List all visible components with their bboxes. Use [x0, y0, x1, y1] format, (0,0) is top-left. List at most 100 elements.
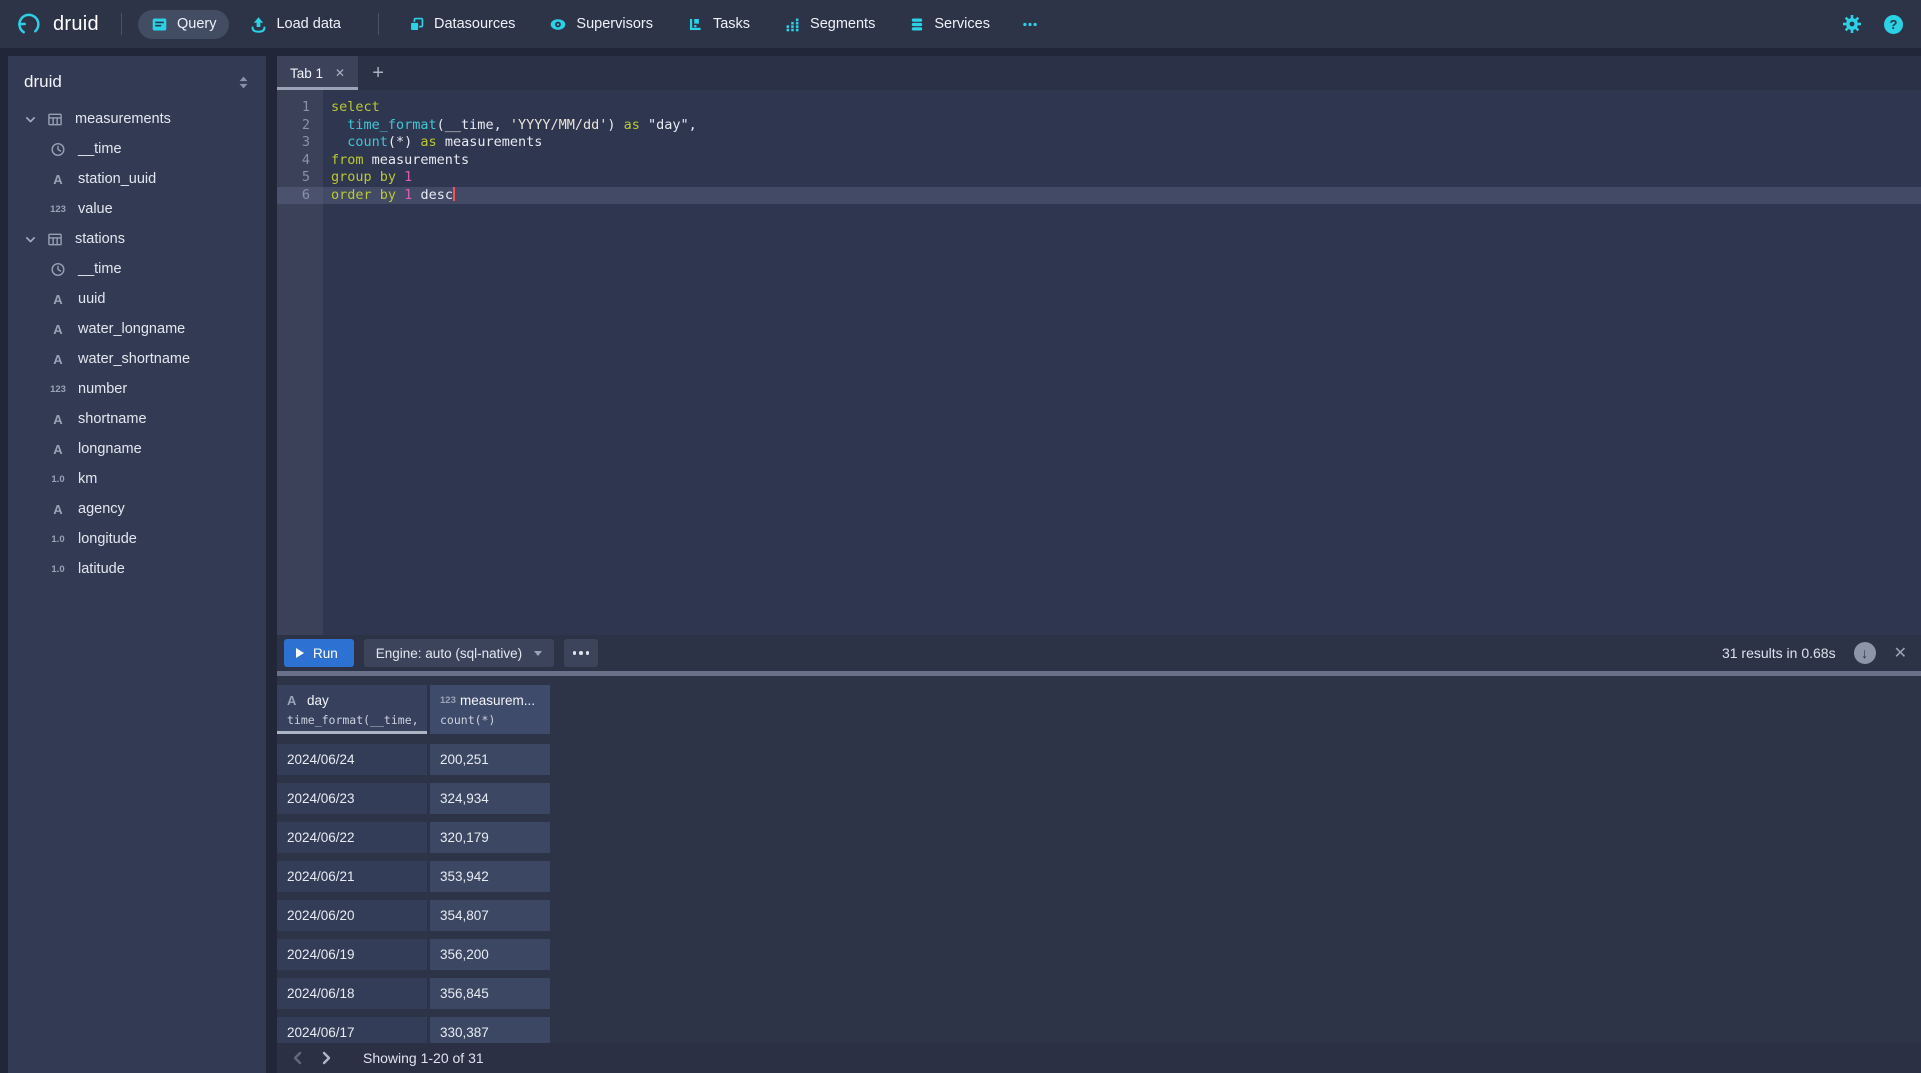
double-caret-icon[interactable] [237, 75, 250, 90]
tree-item-measurements[interactable]: measurements [8, 104, 266, 134]
close-results-icon[interactable]: ✕ [1894, 643, 1907, 663]
nav-more-button[interactable] [1011, 10, 1049, 39]
gear-icon[interactable] [1842, 14, 1862, 34]
code-line-6[interactable]: 6order by 1 desc [277, 187, 1921, 205]
close-tab-icon[interactable]: ✕ [335, 66, 345, 80]
nav-right: ? [1842, 14, 1903, 34]
code-line-4[interactable]: 4from measurements [277, 152, 1921, 170]
code-line-1[interactable]: 1select [277, 99, 1921, 117]
cell-day[interactable]: 2024/06/24 [277, 744, 427, 775]
next-page-button[interactable] [313, 1045, 341, 1071]
prev-page-button[interactable] [283, 1045, 311, 1071]
cell-day[interactable]: 2024/06/22 [277, 822, 427, 853]
table-row: 2024/06/22 320,179 [277, 822, 1921, 853]
tree-item-water_longname[interactable]: Awater_longname [8, 314, 266, 344]
nav-item-supervisors[interactable]: Supervisors [536, 10, 666, 39]
cell-measurements[interactable]: 356,200 [430, 939, 550, 970]
nav-item-label: Tasks [713, 16, 750, 32]
cell-measurements[interactable]: 354,807 [430, 900, 550, 931]
table-icon [47, 112, 63, 127]
table-row: 2024/06/23 324,934 [277, 783, 1921, 814]
tree-item-__time[interactable]: __time [8, 254, 266, 284]
code-line-3[interactable]: 3 count(*) as measurements [277, 134, 1921, 152]
nav-item-label: Load data [276, 16, 341, 32]
ellipsis-icon [1021, 16, 1039, 33]
nav-item-tasks[interactable]: Tasks [674, 10, 763, 39]
engine-select-button[interactable]: Engine: auto (sql-native) [364, 639, 554, 667]
clock-icon [50, 262, 66, 277]
tree-item-uuid[interactable]: Auuid [8, 284, 266, 314]
datasources-icon [408, 16, 425, 33]
chevron-left-icon [292, 1051, 302, 1065]
tab-label: Tab 1 [290, 66, 323, 81]
tree-item-km[interactable]: 1.0km [8, 464, 266, 494]
tree-item-number[interactable]: 123number [8, 374, 266, 404]
brand-name: druid [53, 13, 99, 36]
dot [573, 651, 577, 655]
nav-item-services[interactable]: Services [896, 10, 1003, 39]
chevron-down-icon [24, 233, 37, 246]
eye-icon [549, 16, 567, 33]
druid-logo-icon [16, 11, 43, 38]
brand[interactable]: druid [16, 11, 99, 38]
nav-item-query[interactable]: Query [138, 10, 230, 39]
segments-icon [784, 16, 801, 33]
runbar-right: 31 results in 0.68s ↓ ✕ [1722, 642, 1907, 664]
cell-measurements[interactable]: 200,251 [430, 744, 550, 775]
help-icon[interactable]: ? [1884, 15, 1903, 34]
code-line-2[interactable]: 2 time_format(__time, 'YYYY/MM/dd') as "… [277, 117, 1921, 135]
results-panel: Aday time_format(__time, … 123measurem..… [277, 676, 1921, 1043]
nav-item-segments[interactable]: Segments [771, 10, 888, 39]
column-header-0[interactable]: Aday time_format(__time, … [277, 685, 427, 734]
new-tab-button[interactable]: + [358, 56, 398, 90]
cell-measurements[interactable]: 330,387 [430, 1017, 550, 1043]
cell-day[interactable]: 2024/06/21 [277, 861, 427, 892]
download-icon[interactable]: ↓ [1854, 642, 1876, 664]
schema-tree: measurements__timeAstation_uuid123values… [8, 104, 266, 584]
tree-item-stations[interactable]: stations [8, 224, 266, 254]
sql-editor[interactable]: 1select2 time_format(__time, 'YYYY/MM/dd… [277, 90, 1921, 635]
float-type-icon: 1.0 [48, 564, 68, 575]
tree-item-value[interactable]: 123value [8, 194, 266, 224]
druid-console: druid Query Load data Datasources [0, 0, 1921, 1073]
results-header: Aday time_format(__time, … 123measurem..… [277, 685, 1921, 734]
run-button[interactable]: Run [284, 639, 354, 667]
tree-item-station_uuid[interactable]: Astation_uuid [8, 164, 266, 194]
cell-day[interactable]: 2024/06/20 [277, 900, 427, 931]
pagination-status: Showing 1-20 of 31 [363, 1050, 484, 1066]
tab-tab1[interactable]: Tab 1 ✕ [277, 56, 358, 90]
cell-day[interactable]: 2024/06/18 [277, 978, 427, 1009]
tree-item-longitude[interactable]: 1.0longitude [8, 524, 266, 554]
cell-measurements[interactable]: 320,179 [430, 822, 550, 853]
string-type-icon: A [48, 412, 68, 427]
nav-item-datasources[interactable]: Datasources [395, 10, 528, 39]
tree-item-longname[interactable]: Alongname [8, 434, 266, 464]
cell-measurements[interactable]: 353,942 [430, 861, 550, 892]
table-row: 2024/06/19 356,200 [277, 939, 1921, 970]
float-type-icon: 1.0 [48, 534, 68, 545]
nav-item-load-data[interactable]: Load data [237, 10, 354, 39]
chevron-down-icon [24, 113, 37, 126]
query-icon [151, 16, 168, 33]
tree-item-__time[interactable]: __time [8, 134, 266, 164]
column-header-1[interactable]: 123measurem... count(*) [430, 685, 550, 734]
tree-item-agency[interactable]: Aagency [8, 494, 266, 524]
nav-divider [378, 13, 379, 35]
table-row: 2024/06/17 330,387 [277, 1017, 1921, 1043]
cell-measurements[interactable]: 356,845 [430, 978, 550, 1009]
number-type-icon: 123 [48, 384, 68, 395]
tree-item-water_shortname[interactable]: Awater_shortname [8, 344, 266, 374]
cell-day[interactable]: 2024/06/19 [277, 939, 427, 970]
table-row: 2024/06/18 356,845 [277, 978, 1921, 1009]
code-line-5[interactable]: 5group by 1 [277, 169, 1921, 187]
tree-item-shortname[interactable]: Ashortname [8, 404, 266, 434]
clock-icon [50, 142, 66, 157]
cell-day[interactable]: 2024/06/23 [277, 783, 427, 814]
string-type-icon: A [48, 322, 68, 337]
nav-item-label: Datasources [434, 16, 515, 32]
query-more-button[interactable] [564, 639, 598, 667]
chevron-right-icon [322, 1051, 332, 1065]
tree-item-latitude[interactable]: 1.0latitude [8, 554, 266, 584]
cell-measurements[interactable]: 324,934 [430, 783, 550, 814]
cell-day[interactable]: 2024/06/17 [277, 1017, 427, 1043]
